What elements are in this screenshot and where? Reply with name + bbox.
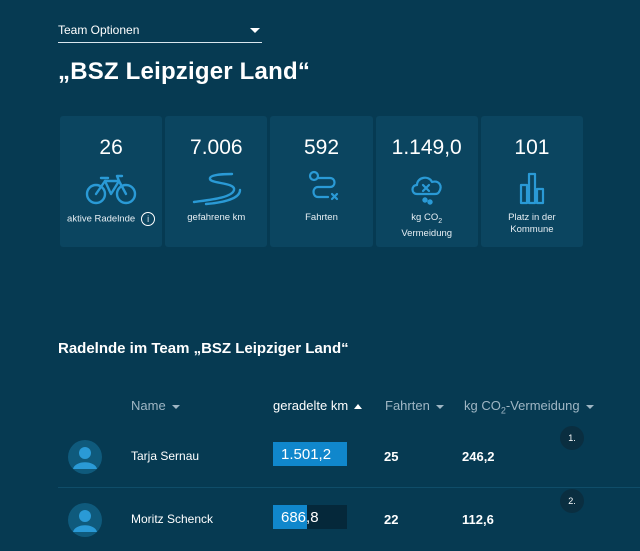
team-stats: 26 aktive Radelnde i 7.006 gefahrene km <box>60 116 584 247</box>
km-value: 686,8 <box>281 509 319 526</box>
avatar <box>68 440 102 474</box>
sort-down-icon <box>171 404 180 409</box>
row-divider <box>58 487 640 488</box>
stat-label-line2: Kommune <box>510 224 554 235</box>
team-options-label: Team Optionen <box>58 23 140 37</box>
stat-rides: 592 Fahrten <box>270 116 373 247</box>
user-icon <box>73 447 97 469</box>
stat-label: gefahrene km <box>187 212 246 223</box>
rider-name: Moritz Schenck <box>131 512 214 526</box>
stat-value: 7.006 <box>190 136 243 159</box>
table-row[interactable]: 2. Moritz Schenck 686,8 22 112,6 <box>58 489 640 551</box>
stat-co2: 1.149,0 kg CO2 Vermeidung <box>375 116 478 247</box>
co2-value: 112,6 <box>462 512 494 527</box>
km-value: 1.501,2 <box>281 446 332 463</box>
column-header-co2[interactable]: kg CO2-Vermeidung <box>464 398 594 416</box>
column-header-label: kg CO <box>464 398 501 413</box>
sort-down-icon <box>435 404 444 409</box>
column-header-label: Fahrten <box>385 398 430 413</box>
section-title: Radelnde im Team „BSZ Leipziger Land“ <box>58 340 349 357</box>
sort-up-icon <box>354 404 363 410</box>
stat-value: 1.149,0 <box>391 136 462 159</box>
stat-label: kg CO2 Vermeidung <box>382 212 472 240</box>
user-icon <box>73 510 97 532</box>
rank-badge: 2. <box>560 489 584 513</box>
stat-label-line2: Vermeidung <box>401 227 453 239</box>
stat-value: 592 <box>303 136 340 159</box>
rides-value: 25 <box>384 449 399 464</box>
stat-label-line1: kg CO <box>411 212 439 223</box>
column-header-label: geradelte km <box>273 398 349 413</box>
column-header-label-suffix: -Vermeidung <box>505 398 580 413</box>
column-header-name[interactable]: Name <box>131 398 180 413</box>
info-icon[interactable]: i <box>141 212 156 226</box>
avatar <box>68 503 102 537</box>
km-bar: 1.501,2 <box>273 442 347 466</box>
page-title: „BSZ Leipziger Land“ <box>58 58 311 85</box>
stat-label: Fahrten <box>305 212 338 223</box>
stat-value: 101 <box>514 136 550 159</box>
sort-down-icon <box>585 404 594 409</box>
road-icon <box>193 172 242 206</box>
km-bar: 686,8 <box>273 505 347 529</box>
column-header-rides[interactable]: Fahrten <box>385 398 444 413</box>
column-header-km[interactable]: geradelte km <box>273 398 363 413</box>
stat-km: 7.006 gefahrene km <box>165 116 268 247</box>
route-icon <box>308 170 338 201</box>
bicycle-icon <box>85 174 137 205</box>
rider-name: Tarja Sernau <box>131 449 200 463</box>
rank-badge: 1. <box>560 426 584 450</box>
team-options-dropdown[interactable]: Team Optionen <box>58 18 262 43</box>
stat-value: 26 <box>99 136 123 159</box>
co2-value: 246,2 <box>462 449 495 464</box>
stat-rank: 101 Platz in der Kommune <box>480 116 584 247</box>
stat-active-riders: 26 aktive Radelnde i <box>60 116 163 247</box>
stat-label-subscript: 2 <box>438 217 443 225</box>
stat-label-text: aktive Radelnde <box>67 213 136 225</box>
stat-label-line1: Platz in der <box>508 212 556 223</box>
chevron-down-icon <box>250 28 260 33</box>
rides-value: 22 <box>384 512 399 527</box>
bar-chart-icon <box>519 172 545 205</box>
stat-label: aktive Radelnde i <box>66 212 156 226</box>
column-header-label: Name <box>131 398 166 413</box>
table-row[interactable]: 1. Tarja Sernau 1.501,2 25 246,2 <box>58 426 640 488</box>
stat-label: Platz in der Kommune <box>487 212 577 236</box>
co2-cloud-icon <box>411 176 442 205</box>
